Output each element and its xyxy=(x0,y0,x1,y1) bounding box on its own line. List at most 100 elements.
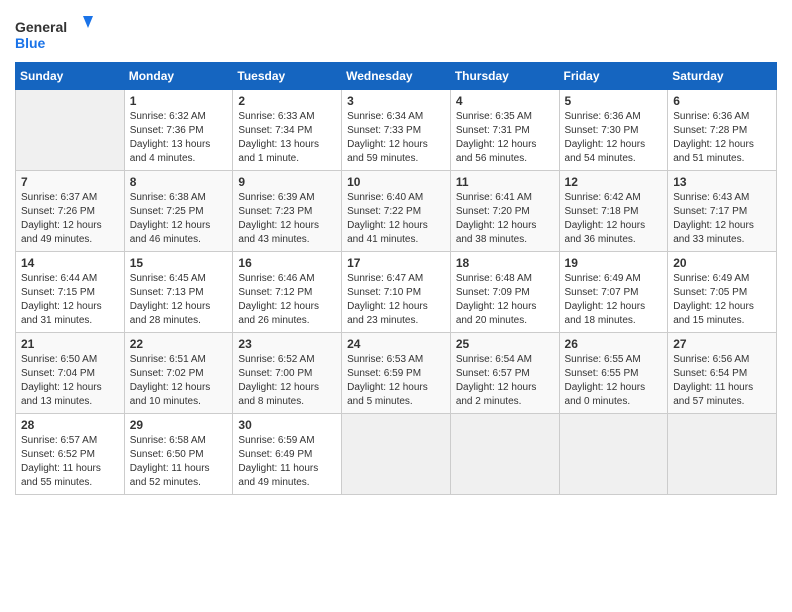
calendar-body: 1 Sunrise: 6:32 AMSunset: 7:36 PMDaylight… xyxy=(16,90,777,495)
calendar-cell: 21Sunrise: 6:50 AMSunset: 7:04 PMDayligh… xyxy=(16,333,125,414)
calendar-cell: 3 Sunrise: 6:34 AMSunset: 7:33 PMDaylight… xyxy=(342,90,451,171)
calendar-cell: 4 Sunrise: 6:35 AMSunset: 7:31 PMDaylight… xyxy=(450,90,559,171)
day-number: 7 xyxy=(21,175,119,189)
calendar-week-4: 21Sunrise: 6:50 AMSunset: 7:04 PMDayligh… xyxy=(16,333,777,414)
calendar-cell: 23Sunrise: 6:52 AMSunset: 7:00 PMDayligh… xyxy=(233,333,342,414)
day-detail: Sunrise: 6:51 AMSunset: 7:02 PMDaylight:… xyxy=(130,353,228,409)
calendar-cell: 2 Sunrise: 6:33 AMSunset: 7:34 PMDaylight… xyxy=(233,90,342,171)
calendar-cell: 8Sunrise: 6:38 AMSunset: 7:25 PMDaylight… xyxy=(124,171,233,252)
day-number: 15 xyxy=(130,256,228,270)
calendar-cell: 25 Sunrise: 6:54 AMSunset: 6:57 PMDayligh… xyxy=(450,333,559,414)
header: General Blue xyxy=(15,10,777,54)
calendar-cell: 14 Sunrise: 6:44 AMSunset: 7:15 PMDayligh… xyxy=(16,252,125,333)
day-number: 12 xyxy=(565,175,663,189)
calendar-cell: 26Sunrise: 6:55 AMSunset: 6:55 PMDayligh… xyxy=(559,333,668,414)
day-detail: Sunrise: 6:35 AMSunset: 7:31 PMDaylight:… xyxy=(456,110,554,166)
calendar-cell: 5 Sunrise: 6:36 AMSunset: 7:30 PMDaylight… xyxy=(559,90,668,171)
day-detail: Sunrise: 6:57 AMSunset: 6:52 PMDaylight:… xyxy=(21,434,119,490)
calendar-cell xyxy=(16,90,125,171)
weekday-header-sunday: Sunday xyxy=(16,63,125,90)
calendar-cell: 30 Sunrise: 6:59 AMSunset: 6:49 PMDayligh… xyxy=(233,414,342,495)
calendar-cell: 9 Sunrise: 6:39 AMSunset: 7:23 PMDaylight… xyxy=(233,171,342,252)
day-detail: Sunrise: 6:46 AMSunset: 7:12 PMDaylight:… xyxy=(238,272,336,328)
day-detail: Sunrise: 6:41 AMSunset: 7:20 PMDaylight:… xyxy=(456,191,554,247)
day-number: 24 xyxy=(347,337,445,351)
day-number: 20 xyxy=(673,256,771,270)
day-number: 13 xyxy=(673,175,771,189)
calendar-cell: 11 Sunrise: 6:41 AMSunset: 7:20 PMDayligh… xyxy=(450,171,559,252)
calendar-cell: 10 Sunrise: 6:40 AMSunset: 7:22 PMDayligh… xyxy=(342,171,451,252)
day-number: 17 xyxy=(347,256,445,270)
day-detail: Sunrise: 6:47 AMSunset: 7:10 PMDaylight:… xyxy=(347,272,445,328)
day-number: 2 xyxy=(238,94,336,108)
calendar-cell: 6 Sunrise: 6:36 AMSunset: 7:28 PMDaylight… xyxy=(668,90,777,171)
calendar-cell: 1 Sunrise: 6:32 AMSunset: 7:36 PMDaylight… xyxy=(124,90,233,171)
day-detail: Sunrise: 6:53 AMSunset: 6:59 PMDaylight:… xyxy=(347,353,445,409)
calendar-cell: 22Sunrise: 6:51 AMSunset: 7:02 PMDayligh… xyxy=(124,333,233,414)
day-detail: Sunrise: 6:36 AMSunset: 7:30 PMDaylight:… xyxy=(565,110,663,166)
weekday-header-friday: Friday xyxy=(559,63,668,90)
day-number: 25 xyxy=(456,337,554,351)
svg-text:Blue: Blue xyxy=(15,35,46,51)
calendar-table: SundayMondayTuesdayWednesdayThursdayFrid… xyxy=(15,62,777,495)
day-detail: Sunrise: 6:34 AMSunset: 7:33 PMDaylight:… xyxy=(347,110,445,166)
weekday-header-saturday: Saturday xyxy=(668,63,777,90)
calendar-cell: 13Sunrise: 6:43 AMSunset: 7:17 PMDayligh… xyxy=(668,171,777,252)
calendar-week-1: 1 Sunrise: 6:32 AMSunset: 7:36 PMDaylight… xyxy=(16,90,777,171)
day-number: 27 xyxy=(673,337,771,351)
day-detail: Sunrise: 6:33 AMSunset: 7:34 PMDaylight:… xyxy=(238,110,336,166)
weekday-header-wednesday: Wednesday xyxy=(342,63,451,90)
day-number: 4 xyxy=(456,94,554,108)
day-detail: Sunrise: 6:38 AMSunset: 7:25 PMDaylight:… xyxy=(130,191,228,247)
logo: General Blue xyxy=(15,14,95,54)
calendar-cell xyxy=(668,414,777,495)
calendar-cell: 28 Sunrise: 6:57 AMSunset: 6:52 PMDayligh… xyxy=(16,414,125,495)
day-detail: Sunrise: 6:44 AMSunset: 7:15 PMDaylight:… xyxy=(21,272,119,328)
day-detail: Sunrise: 6:48 AMSunset: 7:09 PMDaylight:… xyxy=(456,272,554,328)
day-detail: Sunrise: 6:37 AMSunset: 7:26 PMDaylight:… xyxy=(21,191,119,247)
calendar-cell: 27 Sunrise: 6:56 AMSunset: 6:54 PMDayligh… xyxy=(668,333,777,414)
svg-text:General: General xyxy=(15,19,67,35)
day-number: 11 xyxy=(456,175,554,189)
day-detail: Sunrise: 6:55 AMSunset: 6:55 PMDaylight:… xyxy=(565,353,663,409)
day-detail: Sunrise: 6:36 AMSunset: 7:28 PMDaylight:… xyxy=(673,110,771,166)
day-number: 16 xyxy=(238,256,336,270)
day-detail: Sunrise: 6:32 AMSunset: 7:36 PMDaylight:… xyxy=(130,110,228,166)
calendar-cell: 24 Sunrise: 6:53 AMSunset: 6:59 PMDayligh… xyxy=(342,333,451,414)
calendar-cell: 18Sunrise: 6:48 AMSunset: 7:09 PMDayligh… xyxy=(450,252,559,333)
calendar-cell: 29Sunrise: 6:58 AMSunset: 6:50 PMDayligh… xyxy=(124,414,233,495)
calendar-cell: 7 Sunrise: 6:37 AMSunset: 7:26 PMDaylight… xyxy=(16,171,125,252)
day-detail: Sunrise: 6:56 AMSunset: 6:54 PMDaylight:… xyxy=(673,353,771,409)
day-number: 30 xyxy=(238,418,336,432)
day-number: 14 xyxy=(21,256,119,270)
day-number: 6 xyxy=(673,94,771,108)
calendar-cell: 19 Sunrise: 6:49 AMSunset: 7:07 PMDayligh… xyxy=(559,252,668,333)
day-number: 19 xyxy=(565,256,663,270)
day-detail: Sunrise: 6:40 AMSunset: 7:22 PMDaylight:… xyxy=(347,191,445,247)
day-number: 10 xyxy=(347,175,445,189)
day-number: 28 xyxy=(21,418,119,432)
day-number: 23 xyxy=(238,337,336,351)
calendar-cell: 17 Sunrise: 6:47 AMSunset: 7:10 PMDayligh… xyxy=(342,252,451,333)
day-detail: Sunrise: 6:50 AMSunset: 7:04 PMDaylight:… xyxy=(21,353,119,409)
day-number: 1 xyxy=(130,94,228,108)
calendar-cell xyxy=(559,414,668,495)
day-detail: Sunrise: 6:58 AMSunset: 6:50 PMDaylight:… xyxy=(130,434,228,490)
day-number: 9 xyxy=(238,175,336,189)
day-detail: Sunrise: 6:54 AMSunset: 6:57 PMDaylight:… xyxy=(456,353,554,409)
calendar-cell xyxy=(450,414,559,495)
calendar-cell: 15 Sunrise: 6:45 AMSunset: 7:13 PMDayligh… xyxy=(124,252,233,333)
calendar-cell xyxy=(342,414,451,495)
day-detail: Sunrise: 6:49 AMSunset: 7:07 PMDaylight:… xyxy=(565,272,663,328)
logo-icon: General Blue xyxy=(15,14,95,54)
day-detail: Sunrise: 6:39 AMSunset: 7:23 PMDaylight:… xyxy=(238,191,336,247)
day-detail: Sunrise: 6:45 AMSunset: 7:13 PMDaylight:… xyxy=(130,272,228,328)
weekday-header-thursday: Thursday xyxy=(450,63,559,90)
day-number: 3 xyxy=(347,94,445,108)
calendar-cell: 12Sunrise: 6:42 AMSunset: 7:18 PMDayligh… xyxy=(559,171,668,252)
day-detail: Sunrise: 6:59 AMSunset: 6:49 PMDaylight:… xyxy=(238,434,336,490)
day-number: 5 xyxy=(565,94,663,108)
day-detail: Sunrise: 6:49 AMSunset: 7:05 PMDaylight:… xyxy=(673,272,771,328)
calendar-week-3: 14 Sunrise: 6:44 AMSunset: 7:15 PMDayligh… xyxy=(16,252,777,333)
calendar-week-2: 7 Sunrise: 6:37 AMSunset: 7:26 PMDaylight… xyxy=(16,171,777,252)
